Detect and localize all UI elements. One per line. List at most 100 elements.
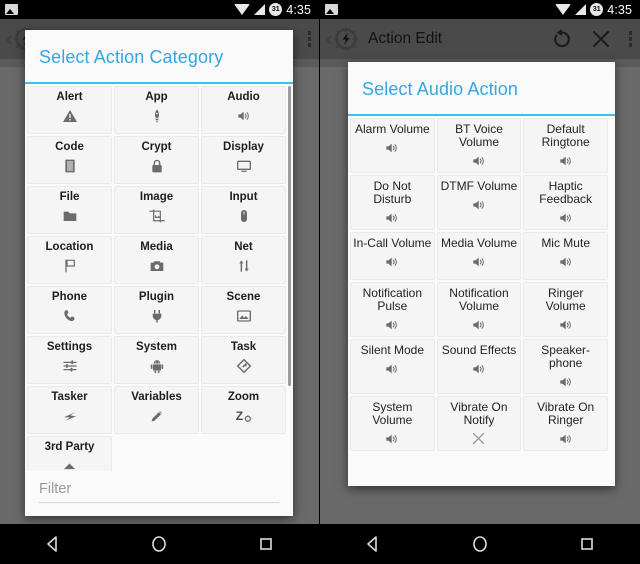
grid-cell-ringer-volume[interactable]: Ringer Volume — [523, 282, 608, 337]
image-icon — [5, 4, 18, 15]
grid-cell-media[interactable]: Media — [114, 236, 199, 284]
speaker-icon — [471, 316, 487, 333]
grid-cell-mic-mute[interactable]: Mic Mute — [523, 232, 608, 280]
left-phone-screen: 31 4:35 ‹ Select Action Category Alert A… — [0, 0, 320, 564]
grid-cell-scene[interactable]: Scene — [201, 286, 286, 334]
grid-cell-system-volume[interactable]: System Volume — [350, 396, 435, 451]
grid-cell-alarm-volume[interactable]: Alarm Volume — [350, 118, 435, 173]
grid-cell-file[interactable]: File — [27, 186, 112, 234]
grid-cell-label: Settings — [46, 341, 93, 353]
grid-cell-silent-mode[interactable]: Silent Mode — [350, 339, 435, 394]
select-action-category-dialog: Select Action Category Alert App Audio Code… — [25, 30, 293, 516]
wifi-icon — [555, 4, 572, 15]
image-icon — [325, 4, 338, 15]
grid-cell-label: File — [59, 191, 80, 203]
grid-cell-zoom[interactable]: Zoom Z — [201, 386, 286, 434]
grid-cell-media-volume[interactable]: Media Volume — [436, 232, 522, 280]
back-chevron-icon[interactable]: ‹ — [320, 30, 333, 48]
grid-cell-plugin[interactable]: Plugin — [114, 286, 199, 334]
grid-cell-phone[interactable]: Phone — [27, 286, 112, 334]
grid-cell-do-not-disturb[interactable]: Do Not Disturb — [350, 175, 435, 230]
grid-cell-speaker-phone[interactable]: Speaker-phone — [523, 339, 608, 394]
grid-cell-notification-volume[interactable]: Notification Volume — [436, 282, 522, 337]
nav-recents-square-icon[interactable] — [242, 524, 290, 564]
grid-cell-label: Silent Mode — [360, 343, 425, 357]
grid-cell-label: BT Voice Volume — [455, 122, 503, 149]
speaker-icon — [558, 373, 574, 390]
grid-cell-system[interactable]: System — [114, 336, 199, 384]
document-lines-icon — [62, 157, 78, 174]
power-plug-icon — [149, 307, 165, 324]
category-grid: Alert App Audio Code Crypt Display File Image In… — [25, 84, 293, 471]
status-bar-clock: 4:35 — [286, 2, 311, 17]
grid-cell-code[interactable]: Code — [27, 136, 112, 184]
nav-back-triangle-icon[interactable] — [29, 524, 77, 564]
right-app-toolbar: ‹ Action Edit — [320, 19, 640, 59]
speaker-icon — [471, 196, 487, 213]
flag-icon — [62, 257, 78, 274]
close-x-icon — [471, 430, 486, 447]
overflow-menu-icon[interactable] — [307, 31, 311, 47]
grid-cell-task[interactable]: Task — [201, 336, 286, 384]
category-grid-container[interactable]: Alert App Audio Code Crypt Display File Image In… — [25, 84, 293, 471]
filter-input[interactable] — [39, 479, 279, 503]
calendar-icon: 31 — [269, 3, 283, 16]
grid-cell-input[interactable]: Input — [201, 186, 286, 234]
grid-cell-vibrate-on-notify[interactable]: Vibrate On Notify — [436, 396, 522, 451]
grid-cell-label: Media — [140, 241, 173, 253]
nav-back-triangle-icon[interactable] — [349, 524, 397, 564]
nav-recents-square-icon[interactable] — [563, 524, 611, 564]
grid-cell-tasker[interactable]: Tasker — [27, 386, 112, 434]
grid-cell-notification-pulse[interactable]: Notification Pulse — [350, 282, 435, 337]
grid-cell-label: Audio — [227, 91, 260, 103]
grid-cell-sound-effects[interactable]: Sound Effects — [436, 339, 522, 394]
overflow-menu-icon[interactable] — [628, 31, 632, 47]
grid-cell-display[interactable]: Display — [201, 136, 286, 184]
wifi-icon — [234, 4, 251, 15]
left-toolbar-actions — [307, 31, 320, 47]
grid-cell-label: Haptic Feedback — [539, 179, 592, 206]
grid-cell-label: Net — [234, 241, 253, 253]
audio-action-grid-container[interactable]: Alarm Volume BT Voice Volume Default Ringt… — [348, 116, 615, 486]
vertical-scrollbar[interactable] — [288, 86, 291, 386]
back-chevron-icon[interactable]: ‹ — [0, 30, 13, 48]
grid-cell-crypt[interactable]: Crypt — [114, 136, 199, 184]
grid-cell-label: Variables — [131, 391, 182, 403]
signal-icon — [575, 4, 587, 15]
speaker-icon — [558, 316, 574, 333]
grid-cell-audio[interactable]: Audio — [201, 86, 286, 134]
grid-cell-vibrate-on-ringer[interactable]: Vibrate On Ringer — [523, 396, 608, 451]
grid-cell-settings[interactable]: Settings — [27, 336, 112, 384]
status-bar-right-icons: 31 4:35 — [555, 3, 635, 17]
grid-cell-bt-voice-volume[interactable]: BT Voice Volume — [436, 118, 522, 173]
grid-cell-variables[interactable]: Variables — [114, 386, 199, 434]
grid-cell-label: Alarm Volume — [354, 122, 430, 136]
grid-cell-label: Crypt — [141, 141, 172, 153]
grid-cell-location[interactable]: Location — [27, 236, 112, 284]
close-x-icon[interactable] — [590, 28, 612, 50]
monitor-icon — [236, 157, 252, 174]
calendar-icon: 31 — [590, 3, 604, 16]
grid-cell-alert[interactable]: Alert — [27, 86, 112, 134]
grid-cell-net[interactable]: Net — [201, 236, 286, 284]
nav-home-circle-icon[interactable] — [456, 524, 504, 564]
grid-cell-default-ringtone[interactable]: Default Ringtone — [523, 118, 608, 173]
nav-home-circle-icon[interactable] — [135, 524, 183, 564]
grid-cell-label: In-Call Volume — [353, 236, 432, 250]
phone-handset-icon — [62, 307, 78, 324]
grid-cell-in-call-volume[interactable]: In-Call Volume — [350, 232, 435, 280]
grid-cell-label: Image — [139, 191, 174, 203]
speaker-icon — [558, 209, 574, 226]
grid-cell-label: DTMF Volume — [440, 179, 518, 193]
grid-cell-app[interactable]: App — [114, 86, 199, 134]
grid-cell-3rd-party[interactable]: 3rd Party — [27, 436, 112, 471]
grid-cell-haptic-feedback[interactable]: Haptic Feedback — [523, 175, 608, 230]
grid-cell-image[interactable]: Image — [114, 186, 199, 234]
warning-triangle-icon — [62, 107, 78, 124]
grid-cell-dtmf-volume[interactable]: DTMF Volume — [436, 175, 522, 230]
undo-circular-arrow-icon[interactable] — [551, 28, 573, 50]
grid-cell-label: Tasker — [51, 391, 88, 403]
speaker-icon — [384, 430, 400, 447]
grid-cell-label: Alert — [56, 91, 83, 103]
camera-icon — [149, 257, 165, 274]
